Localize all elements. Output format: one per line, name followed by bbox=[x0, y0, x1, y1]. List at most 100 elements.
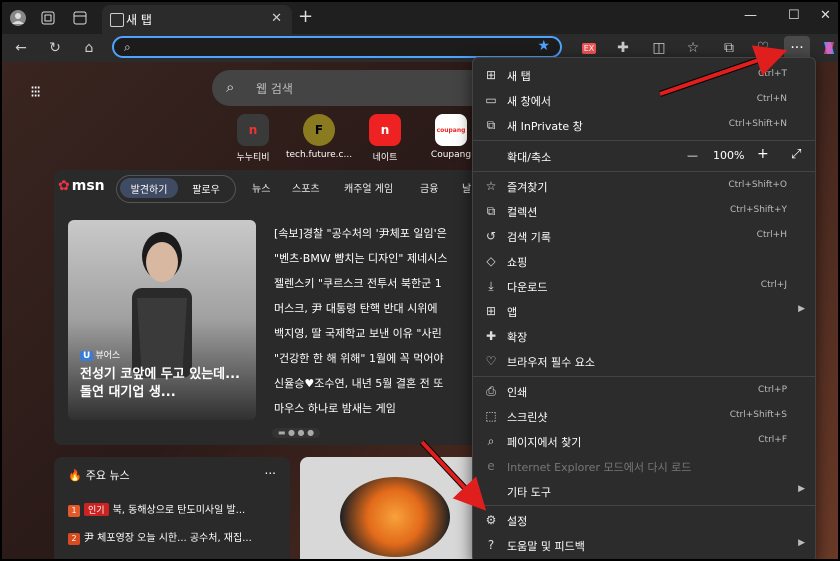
category-casual-games[interactable]: 캐주얼 게임 bbox=[344, 180, 393, 195]
quicklink-icon: coupang bbox=[435, 114, 467, 146]
zoom-out-button[interactable]: — bbox=[687, 149, 698, 162]
settings-and-more-menu: ⊞ 새 탭 Ctrl+T ▭ 새 창에서 Ctrl+N ⧉ 새 InPrivat… bbox=[472, 57, 816, 559]
collections-icon[interactable]: ⧉ bbox=[718, 37, 740, 59]
profile-icon[interactable] bbox=[8, 8, 28, 28]
home-icon[interactable]: ⌂ bbox=[78, 37, 100, 59]
refresh-icon[interactable]: ↻ bbox=[44, 37, 66, 59]
menu-item-new-tab[interactable]: ⊞ 새 탭 Ctrl+T bbox=[473, 63, 815, 88]
favorite-star-icon[interactable]: ★ bbox=[537, 38, 550, 54]
shopping-icon: ◇ bbox=[486, 254, 496, 268]
search-icon: ⌕ bbox=[124, 40, 131, 54]
zoom-in-button[interactable]: + bbox=[757, 146, 769, 162]
new-tab-icon: ⊞ bbox=[485, 68, 497, 82]
menu-item-extensions[interactable]: ✚ 확장 bbox=[473, 324, 815, 349]
extension-ex-icon[interactable]: EX bbox=[578, 37, 600, 59]
menu-divider bbox=[473, 140, 815, 141]
inprivate-icon: ⧉ bbox=[486, 118, 496, 132]
category-finance[interactable]: 금융 bbox=[420, 180, 438, 195]
download-icon: ⤓ bbox=[488, 279, 494, 293]
find-icon: ⌕ bbox=[487, 434, 495, 448]
split-screen-icon[interactable]: ◫ bbox=[648, 37, 670, 59]
menu-item-ie-mode: e Internet Explorer 모드에서 다시 로드 bbox=[473, 454, 815, 479]
tab-close-icon[interactable]: ✕ bbox=[271, 11, 282, 26]
menu-item-new-window[interactable]: ▭ 새 창에서 Ctrl+N bbox=[473, 88, 815, 113]
search-icon: ⌕ bbox=[226, 78, 235, 96]
discover-tab[interactable]: 발견하기 bbox=[120, 178, 178, 198]
menu-item-help-feedback[interactable]: ? 도움말 및 피드백 ▶ bbox=[473, 533, 815, 558]
tab-actions-icon[interactable] bbox=[70, 8, 90, 28]
top-news-item[interactable]: 1 인기 북, 동해상으로 탄도미사일 발... bbox=[68, 501, 245, 517]
quicklink-tile[interactable]: n 누누티비 bbox=[218, 114, 288, 163]
browser-essentials-icon: ♡ bbox=[485, 354, 497, 368]
new-tab-button[interactable]: + bbox=[298, 6, 313, 27]
quicklink-label: 누누티비 bbox=[236, 153, 270, 163]
game-article-card[interactable] bbox=[300, 457, 480, 559]
search-placeholder: 웹 검색 bbox=[256, 82, 293, 96]
menu-divider bbox=[473, 376, 815, 377]
screenshot-icon: ⬚ bbox=[485, 409, 497, 423]
quicklink-label: tech.future.c... bbox=[285, 150, 353, 160]
hero-article-card[interactable]: U 뷰어스 전성기 코앞에 두고 있는데...돌연 대기업 생... bbox=[68, 220, 256, 420]
quicklink-tile[interactable]: F tech.future.c... bbox=[284, 114, 354, 160]
category-sports[interactable]: 스포츠 bbox=[292, 180, 320, 195]
following-tab[interactable]: 팔로우 bbox=[181, 178, 231, 198]
chevron-right-icon: ▶ bbox=[798, 304, 805, 314]
help-icon: ? bbox=[487, 538, 495, 552]
maximize-icon[interactable]: ☐ bbox=[788, 8, 800, 23]
quicklink-label: Coupang bbox=[430, 150, 472, 160]
menu-item-favorites[interactable]: ☆ 즐겨찾기 Ctrl+Shift+O bbox=[473, 174, 815, 199]
app-launcher-icon[interactable]: ⁝⁝⁝ bbox=[30, 82, 41, 101]
tab-new[interactable]: 새 탭 ✕ bbox=[102, 5, 292, 34]
hot-badge: 인기 bbox=[84, 503, 109, 516]
category-news[interactable]: 뉴스 bbox=[252, 180, 270, 195]
print-icon: ⎙ bbox=[486, 384, 496, 398]
menu-item-screenshot[interactable]: ⬚ 스크린샷 Ctrl+Shift+S bbox=[473, 404, 815, 429]
msn-butterfly-icon: ✿ bbox=[58, 178, 70, 194]
menu-item-downloads[interactable]: ⤓ 다운로드 Ctrl+J bbox=[473, 274, 815, 299]
back-icon[interactable]: ← bbox=[10, 37, 32, 59]
chevron-right-icon: ▶ bbox=[798, 484, 805, 494]
menu-item-browser-essentials[interactable]: ♡ 브라우저 필수 요소 bbox=[473, 349, 815, 374]
zoom-level: 100% bbox=[713, 149, 745, 162]
browser-essentials-icon[interactable]: ♡ bbox=[752, 37, 774, 59]
top-news-item[interactable]: 2尹 체포영장 오늘 시한... 공수처, 재집... bbox=[68, 529, 252, 545]
extensions-icon[interactable]: ✚ bbox=[612, 37, 634, 59]
menu-item-new-inprivate[interactable]: ⧉ 새 InPrivate 창 Ctrl+Shift+N bbox=[473, 113, 815, 138]
carousel-dots[interactable]: ▬ ● ● ● bbox=[272, 428, 320, 438]
workspaces-icon[interactable] bbox=[38, 8, 58, 28]
hero-image bbox=[132, 232, 192, 378]
menu-item-more-tools[interactable]: 기타 도구 ▶ bbox=[473, 479, 815, 504]
hero-source: U 뷰어스 bbox=[80, 348, 120, 361]
menu-divider bbox=[473, 505, 815, 506]
quicklink-tile[interactable]: n 네이트 bbox=[350, 114, 420, 163]
menu-item-settings[interactable]: ⚙ 설정 bbox=[473, 508, 815, 533]
menu-divider bbox=[473, 171, 815, 172]
menu-item-apps[interactable]: ⊞ 앱 ▶ bbox=[473, 299, 815, 324]
apps-icon: ⊞ bbox=[485, 304, 497, 318]
address-bar[interactable]: ⌕ ★ bbox=[112, 36, 562, 58]
menu-item-collections[interactable]: ⧉ 컬렉션 Ctrl+Shift+Y bbox=[473, 199, 815, 224]
extensions-icon: ✚ bbox=[485, 329, 497, 343]
minimize-icon[interactable]: — bbox=[744, 8, 757, 23]
menu-item-zoom: 확대/축소 — 100% + ⤢ bbox=[507, 146, 802, 164]
web-search-box[interactable]: ⌕ 웹 검색 bbox=[212, 70, 512, 106]
feed-toggle: 발견하기 팔로우 bbox=[116, 175, 236, 203]
history-icon: ↺ bbox=[485, 229, 497, 243]
menu-item-shopping[interactable]: ◇ 쇼핑 bbox=[473, 249, 815, 274]
more-options-icon[interactable]: ... bbox=[265, 463, 276, 477]
msn-feed-panel: ✿ msn 발견하기 팔로우 뉴스 스포츠 캐주얼 게임 금융 날 U 뷰어스 전성… bbox=[54, 170, 504, 445]
window-close-icon[interactable]: ✕ bbox=[820, 8, 831, 23]
menu-item-print[interactable]: ⎙ 인쇄 Ctrl+P bbox=[473, 379, 815, 404]
menu-item-history[interactable]: ↺ 검색 기록 Ctrl+H bbox=[473, 224, 815, 249]
copilot-icon[interactable] bbox=[818, 37, 838, 59]
category-weather[interactable]: 날 bbox=[462, 180, 471, 195]
fullscreen-icon[interactable]: ⤢ bbox=[791, 147, 801, 162]
quicklink-icon: n bbox=[237, 114, 269, 146]
collections-icon: ⧉ bbox=[486, 204, 496, 218]
settings-icon: ⚙ bbox=[485, 513, 497, 527]
menu-item-find-on-page[interactable]: ⌕ 페이지에서 찾기 Ctrl+F bbox=[473, 429, 815, 454]
hero-title: 전성기 코앞에 두고 있는데...돌연 대기업 생... bbox=[80, 367, 240, 400]
tab-title: 새 탭 bbox=[126, 13, 152, 27]
favorites-icon[interactable]: ☆ bbox=[682, 37, 704, 59]
msn-logo[interactable]: ✿ msn bbox=[58, 178, 105, 194]
